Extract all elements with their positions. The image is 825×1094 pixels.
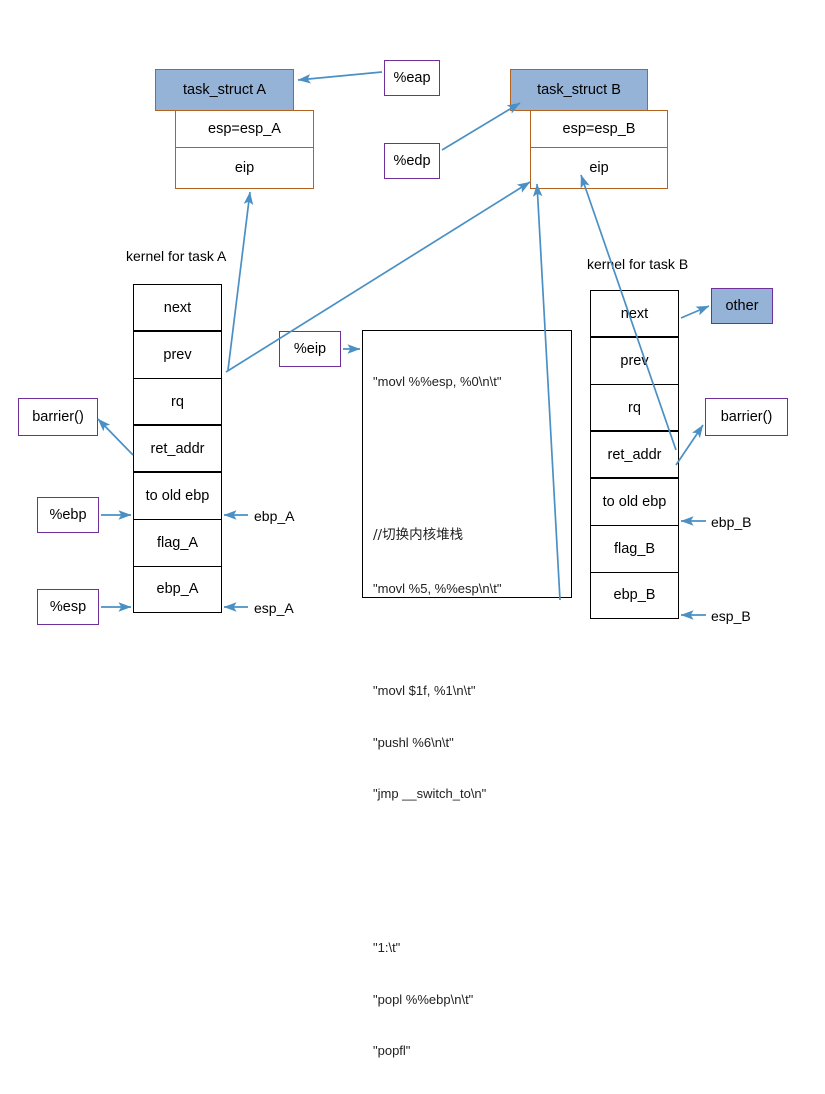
arrow-stack-a-to-task-a-eip xyxy=(227,191,254,371)
arrow-stack-b-next-to-other xyxy=(680,305,710,319)
task-struct-b-esp-label: esp=esp_B xyxy=(562,121,636,137)
arrow-stack-a-to-barrier-left xyxy=(97,418,134,456)
stack-a-ebp-pointer-label: ebp_A xyxy=(254,508,294,524)
stack-a-cell-to-old-ebp: to old ebp xyxy=(134,473,221,520)
code-line-3: //切换内核堆栈 xyxy=(373,527,464,544)
arrow-eap-to-task-a xyxy=(297,71,383,84)
stack-b-ebp-pointer-label: ebp_B xyxy=(711,514,751,530)
arrow-edp-to-task-b xyxy=(441,102,521,151)
stack-b-cell-ret-addr: ret_addr xyxy=(591,432,678,479)
task-struct-a-header: task_struct A xyxy=(155,69,294,111)
kernel-b-caption-text: kernel for task B xyxy=(587,256,689,272)
stack-b-esp-pointer-text: esp_B xyxy=(711,608,751,624)
register-esp-label: %esp xyxy=(49,599,87,615)
stack-b-cell-to-old-ebp: to old ebp xyxy=(591,479,678,526)
register-eip-box[interactable]: %eip xyxy=(279,331,341,367)
register-edp-box[interactable]: %edp xyxy=(384,143,440,179)
stack-a: next prev rq ret_addr to old ebp flag_A … xyxy=(133,284,222,613)
stack-a-cell-prev: prev xyxy=(134,332,221,379)
stack-b-cell-ret-addr-label: ret_addr xyxy=(607,446,662,463)
stack-a-ebp-pointer-text: ebp_A xyxy=(254,508,295,524)
code-line-13: "popfl" xyxy=(373,1043,411,1059)
kernel-b-caption: kernel for task B xyxy=(587,256,688,272)
stack-b-cell-next-label: next xyxy=(620,305,649,322)
code-line-0: "movl %%esp, %0\n\t" xyxy=(373,374,502,390)
register-eip-label: %eip xyxy=(293,341,327,357)
task-struct-b-eip-label: eip xyxy=(589,160,609,176)
code-line-7: "pushl %6\n\t" xyxy=(373,734,454,750)
stack-b-cell-next: next xyxy=(591,291,678,338)
stack-b-cell-prev-label: prev xyxy=(620,353,649,369)
stack-a-cell-prev-label: prev xyxy=(163,347,192,363)
stack-b-esp-pointer-label: esp_B xyxy=(711,608,751,624)
stack-a-cell-ebp-label: ebp_A xyxy=(156,581,199,597)
register-eap-label: %eap xyxy=(393,70,431,86)
stack-b-cell-rq-label: rq xyxy=(628,399,641,416)
stack-a-cell-to-old-ebp-label: to old ebp xyxy=(145,488,210,504)
code-line-8: "jmp __switch_to\n" xyxy=(373,786,487,802)
task-struct-a-eip-label: eip xyxy=(234,160,255,176)
stack-b: next prev rq ret_addr to old ebp flag_B … xyxy=(590,290,679,619)
diagram-canvas: task_struct A esp=esp_A eip task_struct … xyxy=(0,0,825,1058)
stack-a-cell-flag: flag_A xyxy=(134,520,221,567)
stack-b-cell-ebp-label: ebp_B xyxy=(613,587,656,603)
task-struct-a-esp-label: esp=esp_A xyxy=(208,121,281,137)
task-struct-b-row-eip: eip xyxy=(530,147,668,189)
arrow-stack-b-to-barrier-right xyxy=(675,424,704,466)
stack-a-esp-pointer-text: esp_A xyxy=(254,600,294,616)
barrier-right-box[interactable]: barrier() xyxy=(705,398,788,436)
code-line-6: "movl $1f, %1\n\t" xyxy=(373,683,476,699)
stack-a-cell-flag-label: flag_A xyxy=(156,535,199,551)
stack-b-cell-flag-label: flag_B xyxy=(613,541,656,557)
code-line-11: "1:\t" xyxy=(373,940,401,956)
kernel-a-caption: kernel for task A xyxy=(126,248,226,264)
task-struct-b-header-label: task_struct B xyxy=(537,82,621,98)
task-struct-b-header: task_struct B xyxy=(510,69,648,111)
barrier-left-label: barrier() xyxy=(32,409,84,425)
stack-a-cell-rq-label: rq xyxy=(171,393,184,410)
task-struct-a-row-eip: eip xyxy=(175,147,314,189)
other-box[interactable]: other xyxy=(711,288,773,324)
stack-a-cell-ret-addr: ret_addr xyxy=(134,426,221,473)
task-struct-a-header-label: task_struct A xyxy=(182,82,266,98)
stack-a-cell-ret-addr-label: ret_addr xyxy=(150,440,205,457)
task-struct-a-row-esp: esp=esp_A xyxy=(175,110,314,148)
stack-b-cell-prev: prev xyxy=(591,338,678,385)
stack-b-cell-flag: flag_B xyxy=(591,526,678,573)
barrier-right-label: barrier() xyxy=(720,409,773,425)
stack-b-cell-rq: rq xyxy=(591,385,678,432)
register-ebp-box[interactable]: %ebp xyxy=(37,497,99,533)
code-line-4: "movl %5, %%esp\n\t" xyxy=(373,580,502,596)
stack-a-cell-next-label: next xyxy=(163,299,192,316)
stack-b-cell-ebp: ebp_B xyxy=(591,573,678,617)
register-edp-label: %edp xyxy=(393,153,431,169)
switch-to-code-block: "movl %%esp, %0\n\t" //切换内核堆栈 "movl %5, … xyxy=(362,330,572,1058)
stack-a-esp-pointer-label: esp_A xyxy=(254,600,294,616)
code-line-12: "popl %%ebp\n\t" xyxy=(373,991,474,1007)
stack-a-cell-next: next xyxy=(134,285,221,332)
stack-b-ebp-pointer-text: ebp_B xyxy=(711,514,752,530)
stack-a-cell-ebp: ebp_A xyxy=(134,567,221,611)
stack-a-cell-rq: rq xyxy=(134,379,221,426)
barrier-left-box[interactable]: barrier() xyxy=(18,398,98,436)
other-label: other xyxy=(725,298,759,314)
register-eap-box[interactable]: %eap xyxy=(384,60,440,96)
kernel-a-caption-text: kernel for task A xyxy=(126,248,227,264)
register-ebp-label: %ebp xyxy=(49,507,87,523)
task-struct-b-row-esp: esp=esp_B xyxy=(530,110,668,148)
register-esp-box[interactable]: %esp xyxy=(37,589,99,625)
stack-b-cell-to-old-ebp-label: to old ebp xyxy=(602,494,667,510)
